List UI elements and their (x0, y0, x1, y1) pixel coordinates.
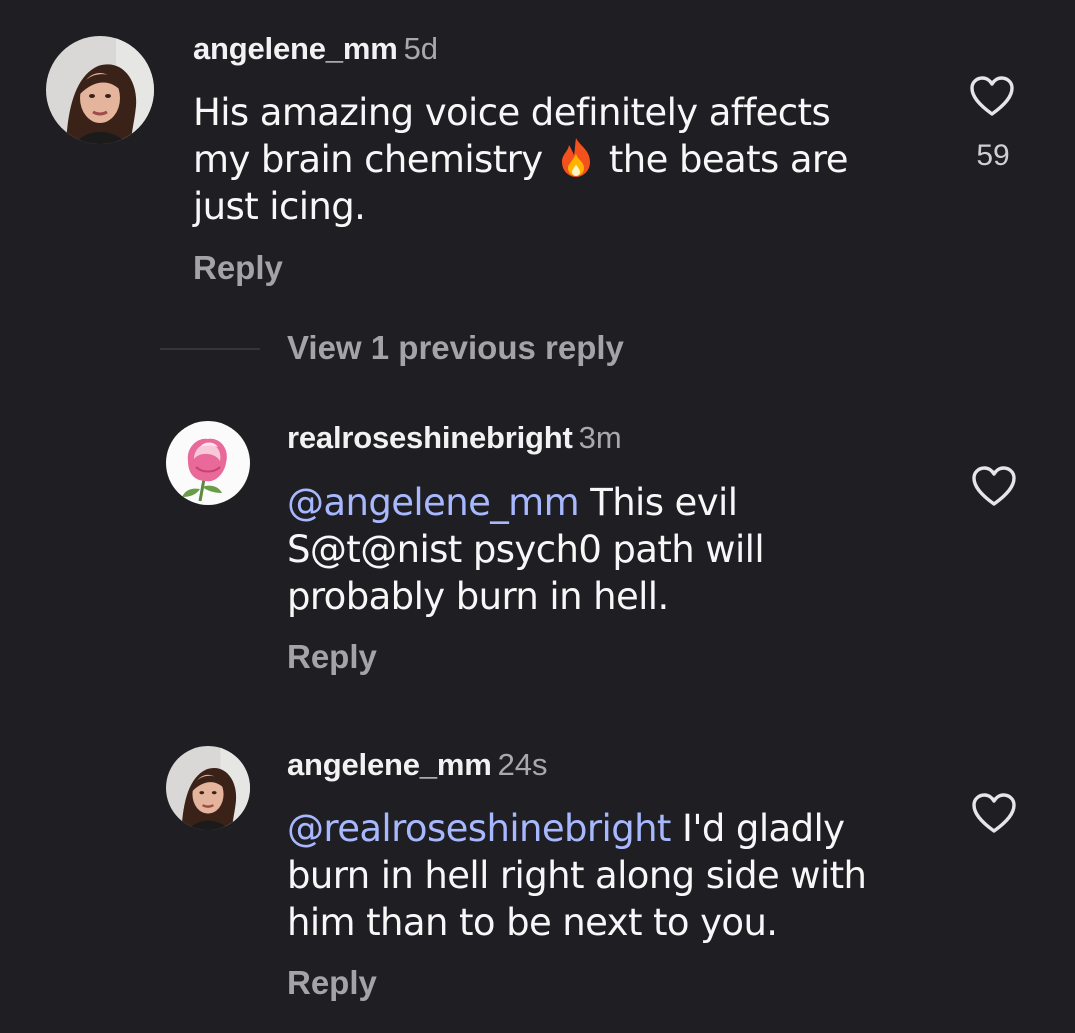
mention-link[interactable]: @angelene_mm (287, 481, 580, 524)
username[interactable]: realroseshinebright (287, 420, 573, 455)
comment-text: @realroseshinebright I'd gladly burn in … (287, 805, 947, 946)
comment-header: angelene_mm 24s (287, 749, 548, 780)
reply-button[interactable]: Reply (287, 966, 377, 999)
like-button[interactable] (970, 791, 1018, 835)
timestamp: 24s (497, 747, 548, 782)
comment-header: angelene_mm 5d (193, 33, 438, 64)
thread-line (160, 348, 260, 350)
avatar[interactable] (166, 746, 250, 830)
heart-outline-icon (972, 793, 1016, 833)
woman-portrait-icon (46, 36, 154, 144)
like-button[interactable] (970, 464, 1018, 508)
timestamp: 3m (578, 420, 622, 455)
like-count: 59 (976, 139, 1010, 172)
avatar[interactable] (46, 36, 154, 144)
username[interactable]: angelene_mm (193, 31, 398, 66)
view-previous-replies-button[interactable]: View 1 previous reply (287, 331, 624, 364)
pink-rose-icon (166, 421, 250, 505)
avatar[interactable] (166, 421, 250, 505)
heart-outline-icon (972, 466, 1016, 506)
comment-text: His amazing voice definitely affects my … (193, 89, 913, 230)
reply-button[interactable]: Reply (287, 640, 377, 673)
comment-text: @angelene_mm This evil S@t@nist psych0 p… (287, 479, 927, 620)
mention-link[interactable]: @realroseshinebright (287, 807, 671, 850)
reply-button[interactable]: Reply (193, 251, 283, 284)
like-button[interactable] (968, 74, 1016, 118)
username[interactable]: angelene_mm (287, 747, 492, 782)
timestamp: 5d (403, 31, 439, 66)
comment-header: realroseshinebright 3m (287, 422, 622, 453)
woman-portrait-icon (166, 746, 250, 830)
fire-emoji-icon (556, 136, 596, 178)
heart-outline-icon (970, 76, 1014, 116)
